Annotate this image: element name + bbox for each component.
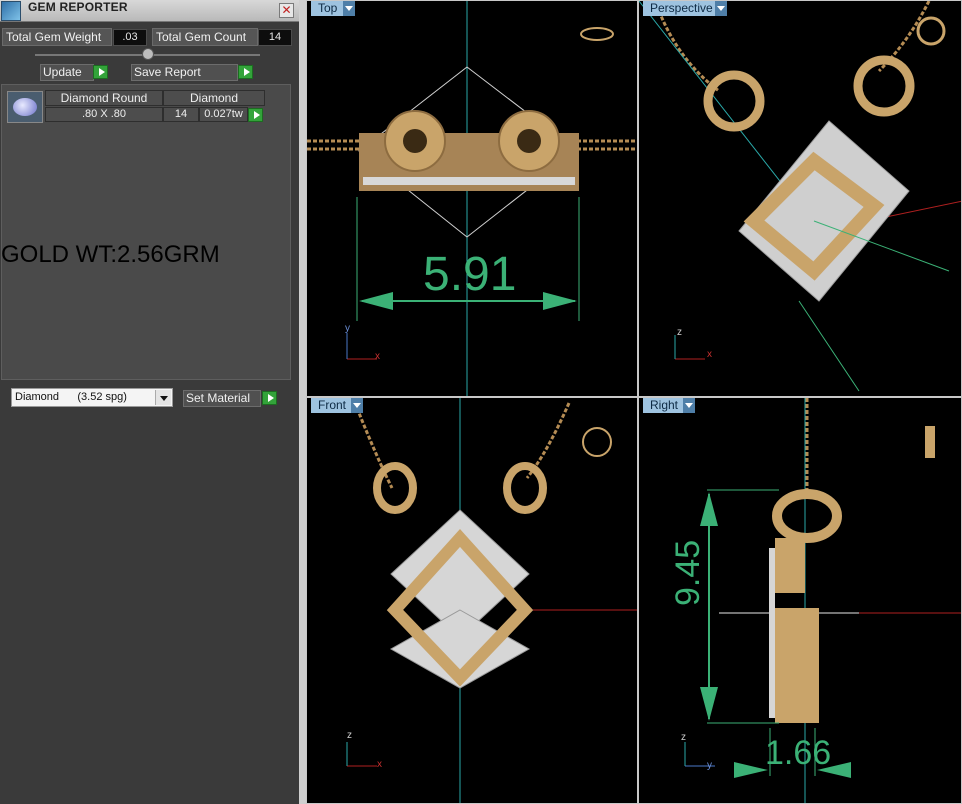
chevron-down-icon[interactable] [351,398,363,413]
total-gem-count-label: Total Gem Count [152,28,258,46]
chevron-down-icon[interactable] [715,1,727,16]
height-dimension-label: 9.45 [669,539,707,606]
panel-slider-knob[interactable] [142,48,154,60]
chevron-down-icon[interactable] [343,1,355,16]
gold-weight-note: GOLD WT:2.56GRM [1,241,220,268]
header-gem-material: Diamond [163,90,265,106]
close-button[interactable]: ✕ [279,3,294,18]
axis-y-label: y [707,760,712,771]
viewport-perspective[interactable]: z x Perspective [638,0,962,397]
axis-y-label: y [345,323,350,334]
total-gem-weight-label: Total Gem Weight [2,28,112,46]
axis-x-label: x [375,351,380,362]
save-report-go-icon[interactable] [238,65,253,79]
axis-z-label: z [681,732,686,743]
viewport-right-tab[interactable]: Right [643,398,686,413]
viewport-right[interactable]: 9.45 1.66 z y Right [638,397,962,804]
header-gem-shape: Diamond Round [45,90,163,106]
set-material-button[interactable]: Set Material [183,390,261,407]
cell-gem-weight: 0.027tw [199,107,248,122]
axis-z-label: z [677,327,682,338]
depth-dimension-label: 1.66 [765,734,832,772]
cell-gem-count: 14 [163,107,199,122]
viewport-front-tab[interactable]: Front [311,398,354,413]
gem-row-go-icon[interactable] [248,108,263,122]
report-list [1,84,291,380]
axis-x-label: x [377,759,382,770]
axis-z-label: z [347,730,352,741]
width-dimension-label: 5.91 [423,248,517,301]
set-material-go-icon[interactable] [262,391,277,405]
axis-x-label: x [707,349,712,360]
diamond-round-icon [7,91,43,123]
window-title: GEM REPORTER [28,0,128,14]
gem-reporter-panel: GEM REPORTER ✕ Total Gem Weight .03 Tota… [0,0,299,804]
update-go-icon[interactable] [93,65,108,79]
front-view-scene [346,398,637,803]
total-gem-count-value: 14 [258,29,292,46]
app-icon [1,1,21,21]
update-button[interactable]: Update [40,64,94,81]
material-select[interactable]: Diamond (3.52 spg) [11,388,173,407]
title-bar: GEM REPORTER ✕ [0,0,299,22]
viewport-front[interactable]: z x Front [306,397,638,804]
viewport-top[interactable]: 5.91 y x Top [306,0,638,397]
viewport-top-tab[interactable]: Top [311,1,345,16]
chevron-down-icon[interactable] [155,390,171,405]
perspective-view-scene [639,1,961,392]
total-gem-weight-value: .03 [113,29,147,46]
save-report-button[interactable]: Save Report [131,64,238,81]
viewport-perspective-tab[interactable]: Perspective [643,1,720,16]
top-view-scene [307,1,637,396]
chevron-down-icon[interactable] [683,398,695,413]
cell-gem-size: .80 X .80 [45,107,163,122]
